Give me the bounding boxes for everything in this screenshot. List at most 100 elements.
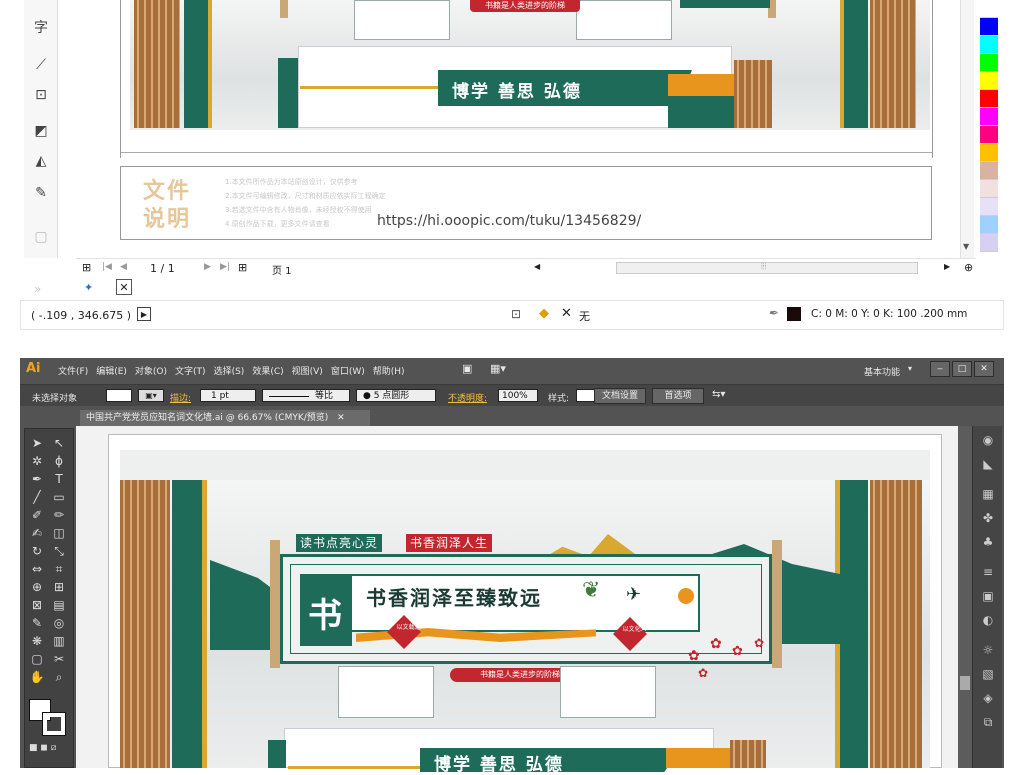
palette-swatch[interactable]: [980, 72, 998, 90]
direct-selection-tool-icon[interactable]: ↖: [49, 433, 69, 453]
palette-swatch[interactable]: [980, 36, 998, 54]
width-tool-icon[interactable]: ⇔: [27, 559, 47, 579]
text-tool[interactable]: 字: [30, 16, 52, 38]
selection-tool-icon[interactable]: ➤: [27, 433, 47, 453]
layers-panel-icon[interactable]: ◈: [977, 688, 999, 708]
next-page-icon[interactable]: ▶: [204, 262, 211, 272]
symbol-sprayer-tool-icon[interactable]: ❋: [27, 631, 47, 651]
symbols-panel-icon[interactable]: ♣: [977, 532, 999, 552]
magic-wand-tool-icon[interactable]: ✲: [27, 451, 47, 471]
fill-tool-icon[interactable]: ▢: [30, 226, 52, 248]
scale-tool-icon[interactable]: ⤡: [49, 541, 69, 561]
appearance-panel-icon[interactable]: ☼: [977, 640, 999, 660]
vertical-scrollbar[interactable]: ▼: [960, 0, 974, 258]
add-page-after-icon[interactable]: ⊞: [238, 261, 247, 274]
transparency-tool-icon[interactable]: ◭: [30, 150, 52, 172]
opacity-label[interactable]: 不透明度:: [448, 391, 487, 404]
first-page-icon[interactable]: |◀: [102, 262, 112, 272]
color-panel-icon[interactable]: ◉: [977, 430, 999, 450]
artboards-panel-icon[interactable]: ⧉: [977, 712, 999, 732]
workspace-switcher[interactable]: 基本功能: [864, 365, 900, 378]
perspective-grid-tool-icon[interactable]: ⊞: [49, 577, 69, 597]
add-page-icon[interactable]: ⊞: [82, 261, 91, 274]
preferences-button[interactable]: 首选项: [652, 388, 704, 404]
document-setup-button[interactable]: 文档设置: [594, 388, 646, 404]
page-tab[interactable]: 页 1: [272, 262, 292, 277]
blend-tool-icon[interactable]: ◎: [49, 613, 69, 633]
stroke-color-picker[interactable]: ▣▾: [138, 389, 164, 402]
swatches-panel-icon[interactable]: ▦: [977, 484, 999, 504]
fill-color-picker[interactable]: [106, 389, 132, 402]
scroll-left-icon[interactable]: ◀: [534, 262, 540, 271]
scroll-thumb[interactable]: [960, 676, 970, 690]
dimension-tool-icon[interactable]: ⟋: [30, 54, 52, 76]
menu-item[interactable]: 文字(T): [171, 364, 210, 377]
canvas-vertical-scrollbar[interactable]: [958, 426, 972, 768]
lasso-tool-icon[interactable]: ϕ: [49, 451, 69, 471]
scroll-down-arrow-icon[interactable]: ▼: [963, 242, 969, 251]
bridge-icon[interactable]: ▣: [462, 362, 472, 375]
connector-tool-icon[interactable]: ⊡: [30, 84, 52, 106]
palette-swatch[interactable]: [980, 162, 998, 180]
palette-swatch[interactable]: [980, 198, 998, 216]
no-color-swatch-icon[interactable]: ✕: [116, 279, 132, 295]
rectangle-tool-icon[interactable]: ▭: [49, 487, 69, 507]
free-transform-tool-icon[interactable]: ⌗: [49, 559, 69, 579]
hand-tool-icon[interactable]: ✋: [27, 667, 47, 687]
brush-dropdown[interactable]: ● 5 点圆形: [356, 389, 436, 402]
palette-swatch[interactable]: [980, 18, 998, 36]
zoom-navigator-icon[interactable]: ⊕: [964, 261, 973, 274]
eyedropper-tool-icon[interactable]: ✎: [27, 613, 47, 633]
menu-item[interactable]: 效果(C): [248, 364, 287, 377]
menu-item[interactable]: 帮助(H): [369, 364, 409, 377]
type-tool-icon[interactable]: T: [49, 469, 69, 489]
outline-color-swatch[interactable]: [787, 307, 801, 321]
workspace-dropdown-icon[interactable]: ▾: [908, 364, 912, 373]
zoom-tool-icon[interactable]: ⌕: [49, 667, 69, 687]
menu-item[interactable]: 对象(O): [131, 364, 171, 377]
palette-swatch[interactable]: [980, 216, 998, 234]
stroke-weight-field[interactable]: 1 pt: [200, 389, 256, 402]
control-menu-icon[interactable]: ⇆▾: [712, 389, 725, 400]
color-guide-icon[interactable]: ◣: [977, 454, 999, 474]
scroll-right-icon[interactable]: ▶: [944, 262, 950, 271]
maximize-button[interactable]: □: [952, 361, 972, 377]
close-tab-icon[interactable]: ✕: [337, 413, 345, 423]
eyedropper-tool-icon[interactable]: ✎: [30, 182, 52, 204]
arrange-docs-icon[interactable]: ▦▾: [490, 362, 506, 375]
pen-tool-icon[interactable]: ✒: [27, 469, 47, 489]
play-icon[interactable]: ▶: [137, 307, 151, 321]
menu-item[interactable]: 窗口(W): [327, 364, 369, 377]
shadow-tool-icon[interactable]: ◩: [30, 120, 52, 142]
stroke-profile-dropdown[interactable]: 等比: [262, 389, 350, 402]
blob-brush-tool-icon[interactable]: ✍: [27, 523, 47, 543]
prev-page-icon[interactable]: ◀: [120, 262, 127, 272]
palette-swatch[interactable]: [980, 180, 998, 198]
palette-swatch[interactable]: [980, 144, 998, 162]
stroke-panel-icon[interactable]: ≡: [977, 562, 999, 582]
palette-swatch[interactable]: [980, 90, 998, 108]
slice-tool-icon[interactable]: ✂: [49, 649, 69, 669]
fill-bucket-icon[interactable]: ◆: [539, 306, 549, 321]
palette-swatch[interactable]: [980, 234, 998, 252]
shape-builder-tool-icon[interactable]: ⊕: [27, 577, 47, 597]
color-mode-icon[interactable]: ■ ◼ ⧄: [29, 743, 56, 753]
stroke-label[interactable]: 描边:: [170, 391, 191, 404]
graphic-styles-panel-icon[interactable]: ▧: [977, 664, 999, 684]
brushes-panel-icon[interactable]: ✤: [977, 508, 999, 528]
rotate-tool-icon[interactable]: ↻: [27, 541, 47, 561]
artboard-tool-icon[interactable]: ▢: [27, 649, 47, 669]
menu-item[interactable]: 选择(S): [210, 364, 249, 377]
gradient-tool-icon[interactable]: ▤: [49, 595, 69, 615]
palette-swatch[interactable]: [980, 0, 998, 18]
close-button[interactable]: ✕: [974, 361, 994, 377]
palette-swatch[interactable]: [980, 126, 998, 144]
mesh-tool-icon[interactable]: ⊠: [27, 595, 47, 615]
menu-item[interactable]: 视图(V): [288, 364, 327, 377]
transparency-panel-icon[interactable]: ◐: [977, 610, 999, 630]
minimize-button[interactable]: ‒: [930, 361, 950, 377]
flyout-arrow-icon[interactable]: »: [34, 282, 41, 296]
palette-swatch[interactable]: [980, 108, 998, 126]
palette-swatch[interactable]: [980, 54, 998, 72]
menu-item[interactable]: 文件(F): [54, 364, 92, 377]
